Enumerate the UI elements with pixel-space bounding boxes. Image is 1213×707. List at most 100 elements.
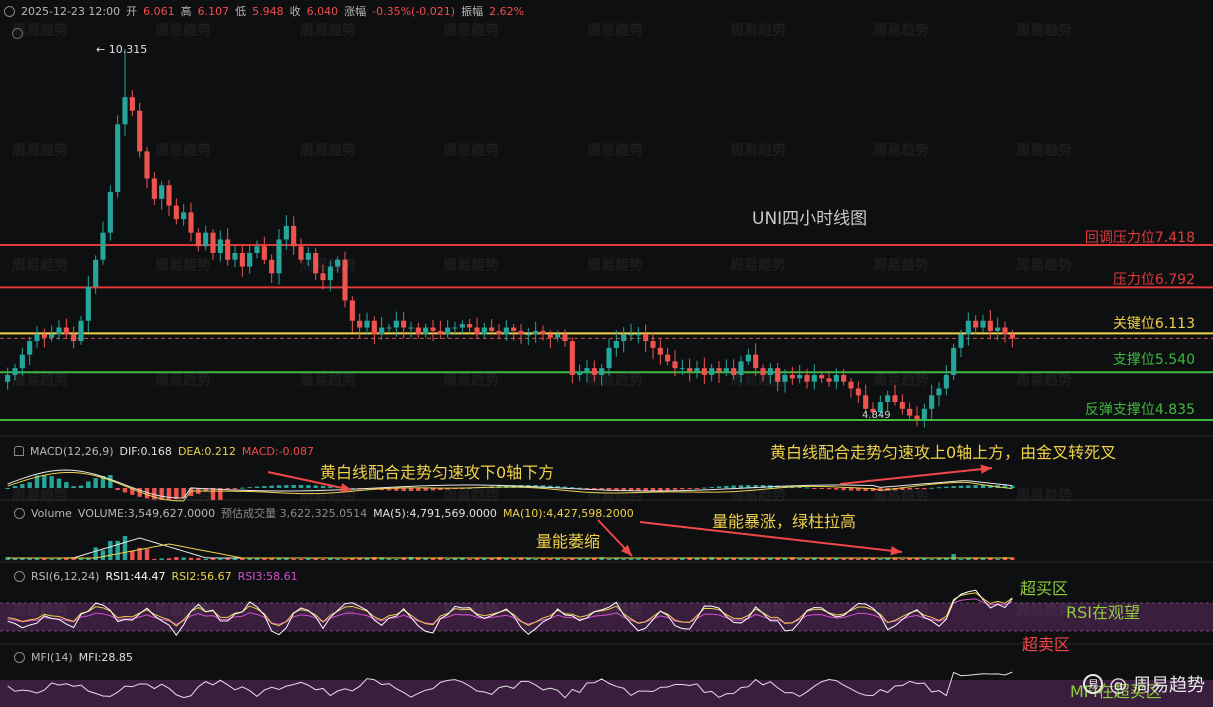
candle-body — [423, 327, 429, 335]
candle-body — [210, 232, 216, 253]
change-value: -0.35%(-0.021) — [372, 4, 456, 18]
candle-body — [907, 408, 913, 416]
candle-body — [71, 334, 77, 342]
close-label: 收 — [289, 5, 301, 18]
mfi-visibility-icon[interactable] — [14, 651, 25, 663]
candle-body — [78, 320, 84, 342]
volume-bar — [232, 558, 238, 560]
volume-bar — [797, 558, 802, 560]
macd-dif: DIF:0.168 — [119, 444, 172, 458]
macd-bar — [804, 487, 810, 489]
candle-body — [298, 246, 304, 260]
volume-bar — [122, 536, 128, 560]
macd-bar — [958, 485, 964, 488]
volume-bar — [342, 558, 348, 560]
macd-bar — [812, 488, 817, 489]
volume-bar — [394, 558, 399, 560]
min-price-marker: 4.849 — [862, 410, 891, 421]
volume-bar — [958, 558, 964, 560]
amplitude-value: 2.62% — [489, 4, 525, 18]
macd-bar — [1010, 485, 1015, 488]
macd-bar — [27, 482, 32, 488]
macd-bar — [658, 488, 663, 491]
rsi-overbought-label: 超买区 — [1020, 579, 1069, 598]
macd-bar — [86, 481, 91, 488]
macd-bar — [731, 485, 736, 488]
macd-bar — [232, 488, 238, 489]
settings-icon[interactable] — [12, 24, 23, 43]
volume-bar — [320, 558, 326, 560]
volume-bar — [658, 558, 663, 560]
candle-body — [518, 330, 524, 335]
macd-bar — [306, 485, 311, 488]
candle-body — [100, 232, 106, 260]
candle-body — [687, 368, 693, 372]
candle-body — [848, 381, 854, 389]
macd-bar — [313, 485, 318, 488]
macd-bar — [606, 488, 612, 490]
volume-bar — [760, 558, 766, 560]
candle-body — [27, 341, 33, 355]
macd-bar — [320, 485, 326, 488]
candle-body — [555, 334, 561, 338]
macd-value: MACD:-0.087 — [241, 444, 315, 458]
mfi-band — [0, 680, 1213, 707]
macd-bar — [966, 485, 971, 488]
macd-bar — [276, 485, 282, 488]
candle-body — [789, 374, 795, 379]
amplitude-label: 振幅 — [461, 5, 484, 18]
candle-body — [225, 239, 231, 260]
candle-body — [855, 388, 861, 396]
candle-body — [430, 327, 436, 331]
visibility-icon[interactable] — [4, 5, 15, 17]
level-label-rebound-support: 反弹支撑位4.835 — [1084, 402, 1195, 418]
volume-name: Volume — [31, 506, 72, 520]
volume-visibility-icon[interactable] — [14, 507, 25, 519]
candle-body — [408, 327, 414, 329]
candle-body — [437, 330, 443, 335]
candle-body — [833, 374, 839, 382]
macd-bar — [819, 488, 824, 489]
volume-bar — [130, 550, 135, 560]
macd-bar — [694, 488, 700, 489]
macd-bar — [56, 478, 62, 488]
candle-body — [965, 320, 971, 335]
candle-body — [973, 320, 979, 328]
candle-body — [12, 368, 18, 375]
mfi-value: MFI:28.85 — [78, 650, 133, 664]
rsi-visibility-icon[interactable] — [14, 570, 25, 582]
candle-body — [452, 327, 458, 329]
volume-estimated: 预估成交量 3,622,325.0514 — [221, 507, 368, 520]
change-label: 涨幅 — [344, 5, 367, 18]
candle-body — [525, 334, 531, 336]
macd-bar — [210, 488, 216, 500]
candle-body — [173, 205, 179, 220]
macd-header: MACD(12,26,9) DIF:0.168 DEA:0.212 MACD:-… — [14, 442, 314, 460]
volume-bar — [922, 558, 927, 560]
volume-bar — [445, 558, 450, 560]
candle-body — [892, 395, 898, 403]
macd-bar — [973, 485, 978, 488]
candle-body — [804, 374, 810, 382]
macd-bar — [49, 476, 54, 488]
volume-bar — [650, 558, 656, 560]
volume-bar — [174, 557, 179, 560]
candle-body — [254, 246, 260, 253]
volume-bar — [680, 558, 685, 560]
volume-bar — [548, 558, 553, 560]
macd-bar — [247, 487, 252, 489]
candle-body — [283, 225, 289, 240]
volume-bar — [152, 558, 157, 560]
candle-body — [474, 327, 480, 335]
volume-ma5: MA(5):4,791,569.0000 — [373, 506, 497, 520]
candle-body — [921, 408, 927, 419]
volume-bar — [188, 557, 194, 560]
candle-body — [342, 259, 348, 301]
volume-bar — [878, 558, 883, 560]
ohlc-header: 2025-12-23 12:00 开 6.061 高 6.107 低 5.948… — [4, 2, 524, 20]
bell-icon[interactable] — [14, 446, 24, 456]
candle-body — [129, 97, 135, 111]
candle-body — [276, 239, 282, 274]
volume-value: VOLUME:3,549,627.0000 — [77, 506, 216, 520]
macd-name: MACD(12,26,9) — [30, 444, 114, 458]
